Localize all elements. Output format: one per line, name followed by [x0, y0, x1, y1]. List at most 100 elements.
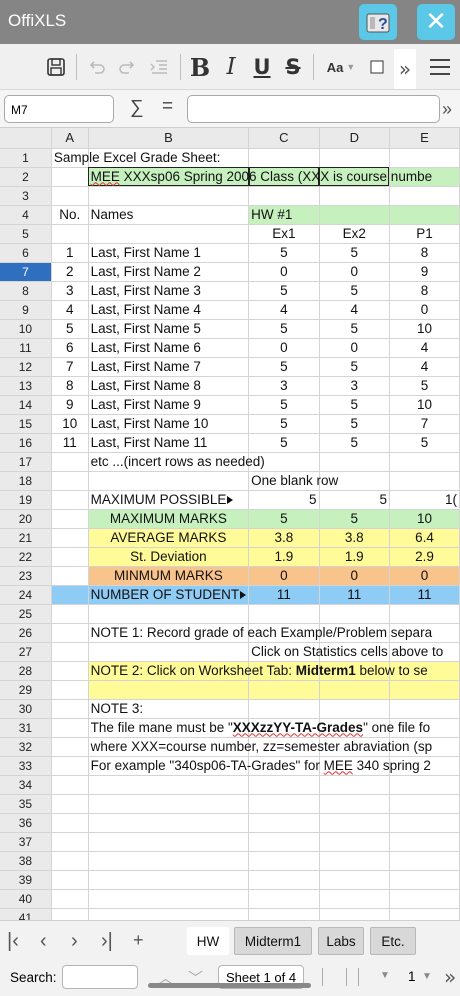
stat-label[interactable]: St. Deviation [88, 547, 250, 567]
cell[interactable] [88, 604, 250, 624]
student-no[interactable]: 1 [51, 243, 89, 263]
last-sheet-button[interactable]: ›| [101, 930, 113, 953]
cell[interactable] [248, 870, 320, 890]
stat-value[interactable]: 0 [319, 566, 390, 586]
score-ex1[interactable]: 3 [248, 376, 320, 396]
stat-label[interactable]: MINMUM MARKS [88, 566, 250, 586]
student-name[interactable]: Last, First Name 9 [88, 395, 250, 415]
row-header-19[interactable]: 19 [0, 490, 52, 510]
row-header-34[interactable]: 34 [0, 775, 52, 795]
row-header-26[interactable]: 26 [0, 623, 52, 643]
cell-b31[interactable]: The file mane must be "XXXzzYY-TA-Grades… [88, 718, 430, 738]
stat-label[interactable]: MAXIMUM POSSIBLE [88, 490, 250, 510]
cell-b33[interactable]: For example "340sp06-TA-Grades" for MEE … [88, 756, 431, 776]
score-ex1[interactable]: 5 [248, 281, 320, 301]
score-p1[interactable]: 10 [389, 395, 460, 415]
cell-reference-box[interactable]: M7 [4, 95, 114, 123]
indent-icon[interactable] [147, 52, 171, 82]
cell[interactable] [51, 661, 89, 681]
cell-b32[interactable]: where XXX=course number, zz=semester abr… [88, 737, 432, 757]
row-header-23[interactable]: 23 [0, 566, 52, 586]
stat-label[interactable]: NUMBER OF STUDENT [88, 585, 250, 605]
cell-a4[interactable]: No. [51, 205, 89, 225]
column-header-b[interactable]: B [88, 128, 250, 149]
student-name[interactable]: Last, First Name 8 [88, 376, 250, 396]
student-no[interactable]: 7 [51, 357, 89, 377]
cell[interactable] [389, 604, 460, 624]
underline-button[interactable]: U [251, 52, 273, 82]
first-sheet-button[interactable]: |‹ [7, 930, 19, 953]
score-ex2[interactable]: 4 [319, 300, 390, 320]
student-no[interactable]: 9 [51, 395, 89, 415]
toolbar-more-button[interactable]: » [394, 49, 416, 89]
row-header-39[interactable]: 39 [0, 870, 52, 890]
student-name[interactable]: Last, First Name 5 [88, 319, 250, 339]
cell[interactable] [88, 870, 250, 890]
stat-value[interactable]: 0 [248, 566, 320, 586]
student-name[interactable]: Last, First Name 10 [88, 414, 250, 434]
row-header-15[interactable]: 15 [0, 414, 52, 434]
cell[interactable] [319, 148, 390, 168]
student-no[interactable]: 2 [51, 262, 89, 282]
score-ex1[interactable]: 5 [248, 357, 320, 377]
row-header-29[interactable]: 29 [0, 680, 52, 700]
zoom-dropdown-icon[interactable]: ▼ [422, 971, 432, 982]
cell[interactable] [389, 794, 460, 814]
cell[interactable] [248, 794, 320, 814]
row-header-13[interactable]: 13 [0, 376, 52, 396]
student-name[interactable]: Last, First Name 4 [88, 300, 250, 320]
cell[interactable] [248, 680, 320, 700]
cell-b2[interactable]: MEE XXXsp06 Spring 2006 Class (XXX is co… [88, 167, 432, 187]
row-header-40[interactable]: 40 [0, 889, 52, 909]
cell[interactable] [51, 471, 89, 491]
cell[interactable] [88, 794, 250, 814]
font-size-button[interactable]: Aa ▼ [324, 52, 358, 82]
row-header-18[interactable]: 18 [0, 471, 52, 491]
row-header-38[interactable]: 38 [0, 851, 52, 871]
cell-b28[interactable]: NOTE 2: Click on Worksheet Tab: Midterm1… [88, 661, 428, 681]
cell[interactable] [319, 775, 390, 795]
cell[interactable] [319, 680, 390, 700]
cell[interactable] [51, 642, 89, 662]
stat-label[interactable]: MAXIMUM MARKS [88, 509, 250, 529]
cell[interactable] [51, 756, 89, 776]
cell[interactable] [389, 813, 460, 833]
cell[interactable] [248, 186, 320, 206]
cell-d5[interactable]: Ex2 [319, 224, 390, 244]
score-p1[interactable]: 0 [389, 300, 460, 320]
row-header-7[interactable]: 7 [0, 262, 52, 282]
score-ex2[interactable]: 5 [319, 414, 390, 434]
stat-value[interactable]: 11 [248, 585, 320, 605]
next-sheet-button[interactable]: › [71, 930, 78, 953]
cell[interactable] [51, 699, 89, 719]
cell[interactable] [319, 205, 390, 225]
score-p1[interactable]: 9 [389, 262, 460, 282]
cell-c18[interactable]: One blank row [248, 471, 338, 491]
cell[interactable] [319, 851, 390, 871]
stat-value[interactable]: 5 [248, 509, 320, 529]
column-header-e[interactable]: E [389, 128, 460, 149]
score-p1[interactable]: 10 [389, 319, 460, 339]
student-no[interactable]: 5 [51, 319, 89, 339]
row-header-25[interactable]: 25 [0, 604, 52, 624]
cell[interactable] [389, 775, 460, 795]
equals-icon[interactable]: = [162, 96, 173, 118]
row-header-4[interactable]: 4 [0, 205, 52, 225]
cell[interactable] [51, 623, 89, 643]
score-ex1[interactable]: 5 [248, 395, 320, 415]
cell[interactable] [319, 794, 390, 814]
formula-input[interactable] [187, 95, 440, 123]
cell[interactable] [51, 851, 89, 871]
stat-value[interactable]: 1.9 [319, 547, 390, 567]
cell[interactable] [248, 908, 320, 920]
row-header-6[interactable]: 6 [0, 243, 52, 263]
cell[interactable] [88, 889, 250, 909]
cell[interactable] [248, 813, 320, 833]
student-name[interactable]: Last, First Name 6 [88, 338, 250, 358]
score-p1[interactable]: 5 [389, 376, 460, 396]
prev-sheet-button[interactable]: ‹ [40, 930, 47, 953]
cell[interactable] [88, 471, 250, 491]
tab-labs[interactable]: Labs [318, 927, 364, 955]
score-ex2[interactable]: 5 [319, 433, 390, 453]
zoom-value[interactable]: 1 [408, 969, 416, 984]
